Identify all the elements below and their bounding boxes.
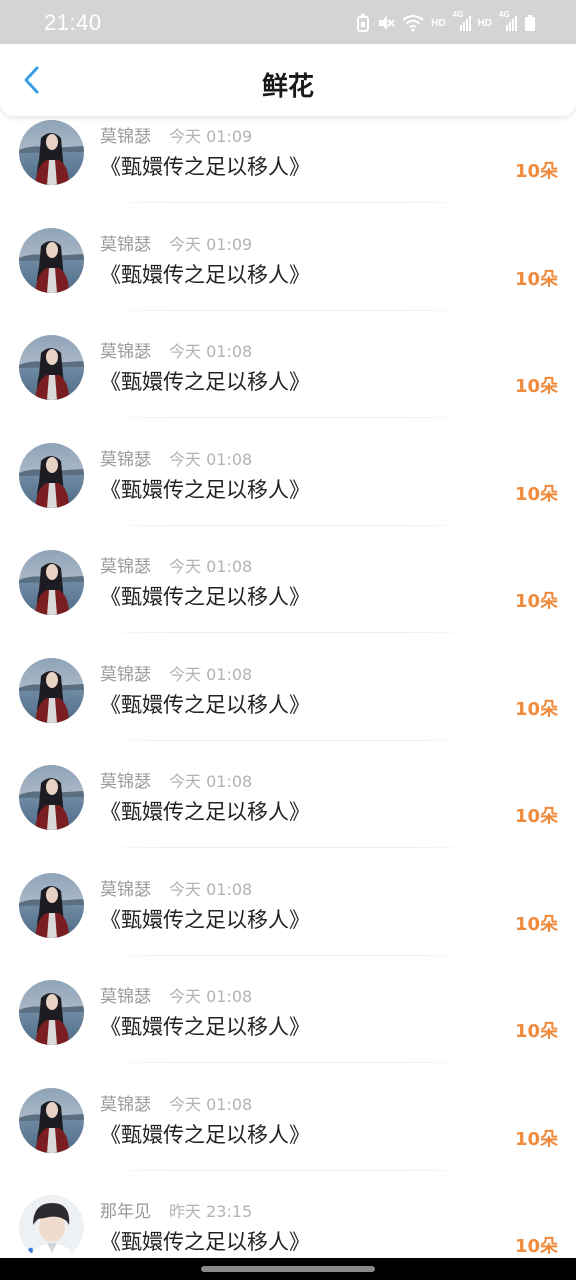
timestamp: 今天 01:08 xyxy=(169,772,253,791)
list-item[interactable]: 莫锦瑟 今天 01:08 《甄嬛传之足以移人》 10朵 xyxy=(0,550,576,657)
flower-count: 10朵 xyxy=(514,483,558,505)
user-name[interactable]: 莫锦瑟 xyxy=(100,660,151,685)
book-title[interactable]: 《甄嬛传之足以移人》 xyxy=(100,1011,310,1041)
avatar[interactable] xyxy=(19,765,84,830)
flower-count: 10朵 xyxy=(514,698,558,720)
book-title[interactable]: 《甄嬛传之足以移人》 xyxy=(100,581,310,611)
user-name[interactable]: 莫锦瑟 xyxy=(100,767,151,792)
divider xyxy=(100,739,476,741)
avatar[interactable] xyxy=(19,550,84,615)
book-title[interactable]: 《甄嬛传之足以移人》 xyxy=(100,1226,310,1256)
list-item[interactable]: 莫锦瑟 今天 01:08 《甄嬛传之足以移人》 10朵 xyxy=(0,657,576,765)
header: 鲜花 xyxy=(0,44,576,116)
book-title[interactable]: 《甄嬛传之足以移人》 xyxy=(100,366,310,396)
home-indicator[interactable] xyxy=(201,1266,375,1272)
user-name[interactable]: 那年见 xyxy=(100,1197,151,1222)
list-item[interactable]: 莫锦瑟 今天 01:08 《甄嬛传之足以移人》 10朵 xyxy=(0,335,576,442)
avatar[interactable] xyxy=(19,1195,84,1260)
avatar[interactable] xyxy=(19,1087,84,1153)
divider xyxy=(100,202,476,203)
list-item[interactable]: 莫锦瑟 今天 01:08 《甄嬛传之足以移人》 10朵 xyxy=(0,442,576,550)
divider xyxy=(100,632,476,633)
avatar[interactable] xyxy=(19,227,84,293)
divider xyxy=(100,309,476,311)
divider xyxy=(100,1062,476,1063)
user-name[interactable]: 莫锦瑟 xyxy=(100,552,151,577)
flower-count: 10朵 xyxy=(514,806,558,827)
book-title[interactable]: 《甄嬛传之足以移人》 xyxy=(100,151,310,181)
avatar[interactable] xyxy=(19,120,84,185)
flower-count: 10朵 xyxy=(514,1021,558,1042)
list-item[interactable]: 莫锦瑟 今天 01:08 《甄嬛传之足以移人》 10朵 xyxy=(0,1087,576,1195)
timestamp: 今天 01:08 xyxy=(169,879,253,899)
user-name[interactable]: 莫锦瑟 xyxy=(100,337,151,362)
user-name[interactable]: 莫锦瑟 xyxy=(100,122,151,147)
navigation-bar xyxy=(0,1258,576,1280)
list-item[interactable]: 莫锦瑟 今天 01:08 《甄嬛传之足以移人》 10朵 xyxy=(0,980,576,1087)
avatar[interactable] xyxy=(19,442,84,508)
timestamp: 今天 01:08 xyxy=(169,449,253,469)
divider xyxy=(100,1169,476,1171)
divider xyxy=(100,847,476,848)
flower-count: 10朵 xyxy=(514,376,558,397)
user-name[interactable]: 莫锦瑟 xyxy=(100,875,151,900)
book-title[interactable]: 《甄嬛传之足以移人》 xyxy=(100,1119,310,1149)
flower-count: 10朵 xyxy=(514,591,558,612)
list-item[interactable]: 莫锦瑟 今天 01:08 《甄嬛传之足以移人》 10朵 xyxy=(0,765,576,872)
list-item[interactable]: 莫锦瑟 今天 01:09 《甄嬛传之足以移人》 10朵 xyxy=(0,227,576,335)
screen: 21:40 HD 4G HD 4G 莫锦瑟 今天 01:09 《甄嬛传之足以移人… xyxy=(0,0,576,1280)
list-item[interactable]: 莫锦瑟 今天 01:09 《甄嬛传之足以移人》 10朵 xyxy=(0,120,576,227)
book-title[interactable]: 《甄嬛传之足以移人》 xyxy=(100,689,310,719)
timestamp: 今天 01:09 xyxy=(169,127,253,146)
avatar[interactable] xyxy=(19,980,84,1045)
user-name[interactable]: 莫锦瑟 xyxy=(100,982,151,1007)
book-title[interactable]: 《甄嬛传之足以移人》 xyxy=(100,904,310,934)
timestamp: 今天 01:08 xyxy=(169,987,253,1006)
book-title[interactable]: 《甄嬛传之足以移人》 xyxy=(100,259,310,289)
book-title[interactable]: 《甄嬛传之足以移人》 xyxy=(100,474,310,504)
divider xyxy=(100,524,476,526)
flower-count: 10朵 xyxy=(514,161,558,182)
flower-count: 10朵 xyxy=(514,1236,558,1257)
user-name[interactable]: 莫锦瑟 xyxy=(100,230,151,255)
timestamp: 今天 01:08 xyxy=(169,342,253,361)
page-title: 鲜花 xyxy=(261,72,314,102)
flower-count: 10朵 xyxy=(514,913,558,935)
user-name[interactable]: 莫锦瑟 xyxy=(100,445,151,470)
timestamp: 今天 01:08 xyxy=(169,664,253,684)
flower-count: 10朵 xyxy=(514,1128,558,1150)
timestamp: 今天 01:09 xyxy=(169,234,253,254)
timestamp: 今天 01:08 xyxy=(169,557,253,576)
divider xyxy=(100,954,476,956)
timestamp: 今天 01:08 xyxy=(169,1094,253,1114)
timestamp: 昨天 23:15 xyxy=(169,1202,253,1221)
list-item[interactable]: 莫锦瑟 今天 01:08 《甄嬛传之足以移人》 10朵 xyxy=(0,872,576,980)
flower-list[interactable]: 莫锦瑟 今天 01:09 《甄嬛传之足以移人》 10朵 莫锦瑟 今天 01:09 《甄嬛传之… xyxy=(0,0,576,1260)
divider xyxy=(100,417,476,418)
book-title[interactable]: 《甄嬛传之足以移人》 xyxy=(100,796,310,826)
avatar[interactable] xyxy=(19,335,84,400)
flower-count: 10朵 xyxy=(514,268,558,290)
avatar[interactable] xyxy=(19,657,84,723)
avatar[interactable] xyxy=(19,872,84,938)
user-name[interactable]: 莫锦瑟 xyxy=(100,1090,151,1115)
